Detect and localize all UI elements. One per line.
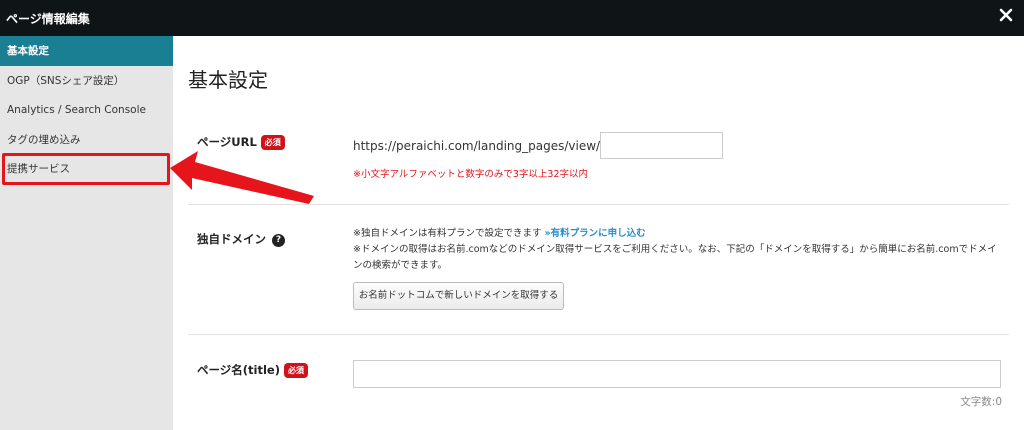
sidebar-item-ogp[interactable]: OGP（SNSシェア設定）	[0, 66, 173, 96]
window-title: ページ情報編集	[6, 12, 90, 26]
page-title-input[interactable]	[353, 360, 1001, 388]
domain-description: ※独自ドメインは有料プランで設定できます »有料プランに申し込む ※ドメインの取…	[353, 226, 1003, 274]
sidebar-item-basic-settings[interactable]: 基本設定	[0, 36, 173, 66]
divider	[188, 334, 1009, 335]
paid-plan-link[interactable]: »有料プランに申し込む	[544, 228, 645, 239]
close-icon[interactable]	[998, 7, 1014, 23]
page-title-label: ページ名(title) 必須	[197, 362, 308, 378]
domain-label: 独自ドメイン?	[197, 231, 285, 247]
page-title-label-text: ページ名(title)	[197, 363, 280, 377]
required-badge: 必須	[283, 363, 308, 378]
sidebar-item-analytics[interactable]: Analytics / Search Console	[0, 95, 173, 125]
page-url-label-text: ページURL	[197, 135, 257, 149]
annotation-highlight-box	[2, 153, 170, 185]
get-new-domain-button[interactable]: お名前ドットコムで新しいドメインを取得する	[353, 282, 564, 310]
main-content: 基本設定 ページURL 必須 https://peraichi.com/landi…	[173, 36, 1024, 430]
char-count: 文字数:0	[960, 396, 1002, 408]
title-bar: ページ情報編集	[0, 0, 1024, 36]
page-url-label: ページURL 必須	[197, 134, 285, 150]
url-prefix: https://peraichi.com/landing_pages/view/	[353, 139, 601, 153]
page-url-input[interactable]	[600, 132, 723, 159]
sidebar: 基本設定 OGP（SNSシェア設定） Analytics / Search Co…	[0, 36, 173, 430]
domain-label-text: 独自ドメイン	[197, 232, 266, 246]
help-icon[interactable]: ?	[272, 234, 285, 247]
required-badge: 必須	[260, 135, 285, 150]
url-rule-note: ※小文字アルファベットと数字のみで3字以上32字以内	[353, 169, 588, 180]
domain-note-2: ※ドメインの取得はお名前.comなどのドメイン取得サービスをご利用ください。なお…	[353, 244, 997, 271]
divider	[188, 204, 1009, 205]
sidebar-item-tag-embed[interactable]: タグの埋め込み	[0, 125, 173, 155]
page-title: 基本設定	[188, 68, 268, 92]
domain-note-1: ※独自ドメインは有料プランで設定できます	[353, 228, 545, 239]
